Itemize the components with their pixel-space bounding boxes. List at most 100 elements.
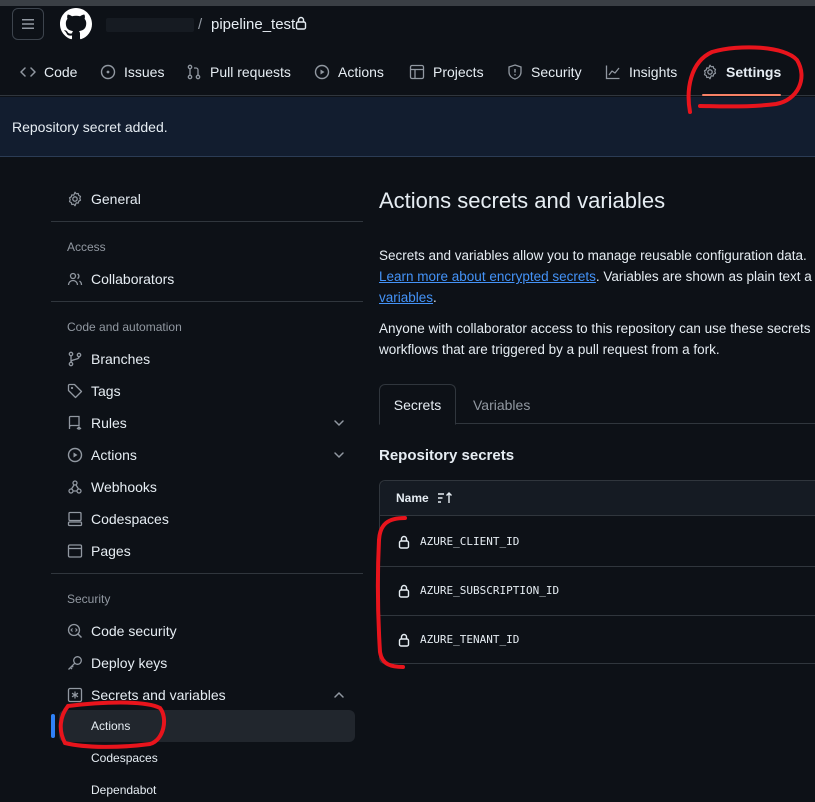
tab-actions-label: Actions xyxy=(338,64,384,80)
description-text: Anyone with collaborator access to this … xyxy=(379,321,811,336)
learn-more-link[interactable]: Learn more about encrypted secrets xyxy=(379,269,596,284)
global-header: / pipeline_test xyxy=(0,6,815,44)
name-column-header[interactable]: Name xyxy=(396,491,429,505)
sidebar-subitem-codespaces[interactable]: Codespaces xyxy=(91,742,158,774)
play-icon xyxy=(67,447,83,463)
menu-button[interactable] xyxy=(12,8,44,40)
repo-push-icon xyxy=(68,415,82,430)
sidebar-heading-security: Security xyxy=(67,592,111,606)
sidebar-item-deploy-keys[interactable]: Deploy keys xyxy=(67,647,167,679)
sidebar-item-label: Rules xyxy=(91,415,127,431)
tab-insights-label: Insights xyxy=(629,64,678,80)
tab-settings[interactable]: Settings xyxy=(702,48,782,96)
tab-settings-label: Settings xyxy=(726,64,782,80)
tab-secrets[interactable]: Secrets xyxy=(379,384,456,425)
page-title: Actions secrets and variables xyxy=(379,188,666,213)
sidebar-subitem-dependabot[interactable]: Dependabot xyxy=(91,774,156,802)
flash-message: Repository secret added. xyxy=(12,119,168,135)
sidebar-item-label: Tags xyxy=(91,383,121,399)
table-row[interactable]: AZURE_SUBSCRIPTION_ID xyxy=(380,566,815,615)
github-logo-icon[interactable] xyxy=(60,8,92,40)
description-line: Learn more about encrypted secrets. Vari… xyxy=(379,266,815,287)
table-row[interactable]: AZURE_TENANT_ID xyxy=(380,615,815,664)
sidebar-item-branches[interactable]: Branches xyxy=(67,343,150,375)
section-title: Repository secrets xyxy=(379,447,515,464)
tab-projects[interactable]: Projects xyxy=(409,48,484,96)
sidebar-divider xyxy=(51,301,363,302)
sidebar-item-label: General xyxy=(91,191,141,207)
sidebar-item-label: Collaborators xyxy=(91,271,175,287)
table-row[interactable]: AZURE_CLIENT_ID xyxy=(380,517,815,566)
tab-code-label: Code xyxy=(44,64,78,80)
codespaces-icon xyxy=(67,511,83,527)
description-line: Secrets and variables allow you to manag… xyxy=(379,245,815,266)
sidebar-item-secrets-and-variables[interactable]: Secrets and variables xyxy=(67,679,226,711)
people-icon xyxy=(67,272,83,286)
secret-name: AZURE_SUBSCRIPTION_ID xyxy=(420,584,560,597)
sidebar-item-code-security[interactable]: Code security xyxy=(67,615,177,647)
graph-icon xyxy=(605,65,620,80)
sidebar-divider xyxy=(51,221,363,222)
table-header: Name xyxy=(380,481,815,516)
active-indicator xyxy=(51,714,55,738)
tab-security-label: Security xyxy=(531,64,582,80)
tab-variables[interactable]: Variables xyxy=(473,384,530,425)
gear-icon xyxy=(703,64,717,80)
sidebar-item-general[interactable]: General xyxy=(67,183,141,215)
sidebar-item-label: Pages xyxy=(91,543,131,559)
flash-notice: Repository secret added. xyxy=(0,97,815,157)
gear-icon xyxy=(68,191,82,207)
chevron-down-icon[interactable] xyxy=(332,416,346,430)
chevron-down-icon[interactable] xyxy=(332,448,346,462)
git-branch-icon xyxy=(68,351,82,367)
sidebar-item-webhooks[interactable]: Webhooks xyxy=(67,471,157,503)
tag-icon xyxy=(67,383,83,399)
secret-name: AZURE_TENANT_ID xyxy=(420,633,520,646)
sidebar-item-actions[interactable]: Actions xyxy=(67,439,137,471)
tab-issues-label: Issues xyxy=(124,64,165,80)
sidebar-item-label: Actions xyxy=(91,447,137,463)
lock-icon xyxy=(398,633,410,647)
sidebar-divider xyxy=(51,573,363,574)
lock-icon xyxy=(398,535,410,549)
sort-asc-icon[interactable] xyxy=(437,491,453,505)
tab-actions[interactable]: Actions xyxy=(314,48,384,96)
secrets-variables-tabs: Secrets Variables xyxy=(379,384,815,425)
browser-icon xyxy=(67,544,83,558)
repo-navigation: Code Issues Pull requests Actions Projec… xyxy=(0,48,815,96)
sidebar-subitem-actions[interactable]: Actions xyxy=(91,710,130,742)
secrets-table: Name AZURE_CLIENT_ID AZURE_SUBSCRIPTION_… xyxy=(379,480,815,664)
sidebar-item-rules[interactable]: Rules xyxy=(67,407,127,439)
sidebar-item-label: Deploy keys xyxy=(91,655,168,671)
issue-opened-icon xyxy=(100,64,116,80)
tab-insights[interactable]: Insights xyxy=(605,48,677,96)
git-pull-request-icon xyxy=(187,64,201,80)
description-line: Anyone with collaborator access to this … xyxy=(379,318,815,339)
tab-code[interactable]: Code xyxy=(20,48,77,96)
sidebar-item-pages[interactable]: Pages xyxy=(67,535,131,567)
repo-name-link[interactable]: pipeline_test xyxy=(211,16,295,33)
sidebar-item-codespaces[interactable]: Codespaces xyxy=(67,503,169,535)
tab-pull-requests-label: Pull requests xyxy=(210,64,291,80)
sidebar-item-label: Codespaces xyxy=(91,511,169,527)
tab-issues[interactable]: Issues xyxy=(100,48,164,96)
description-text: workflows that are triggered by a pull r… xyxy=(379,342,720,357)
play-icon xyxy=(314,64,330,80)
lock-icon xyxy=(398,584,410,598)
sidebar-item-label: Branches xyxy=(91,351,151,367)
sidebar-heading-code-automation: Code and automation xyxy=(67,320,182,334)
breadcrumb-separator: / xyxy=(198,16,203,33)
key-asterisk-icon xyxy=(67,687,83,703)
sidebar-item-collaborators[interactable]: Collaborators xyxy=(67,263,174,295)
shield-icon xyxy=(508,64,522,80)
codescan-icon xyxy=(67,623,82,638)
sidebar-item-tags[interactable]: Tags xyxy=(67,375,121,407)
owner-name-redacted xyxy=(106,18,194,32)
chevron-up-icon[interactable] xyxy=(332,688,346,702)
variables-link[interactable]: variables xyxy=(379,290,433,305)
sidebar-item-label: Code security xyxy=(91,623,177,639)
tab-security[interactable]: Security xyxy=(507,48,582,96)
description-text: Secrets and variables allow you to manag… xyxy=(379,248,807,263)
tab-pull-requests[interactable]: Pull requests xyxy=(186,48,291,96)
description-text: . xyxy=(433,290,437,305)
